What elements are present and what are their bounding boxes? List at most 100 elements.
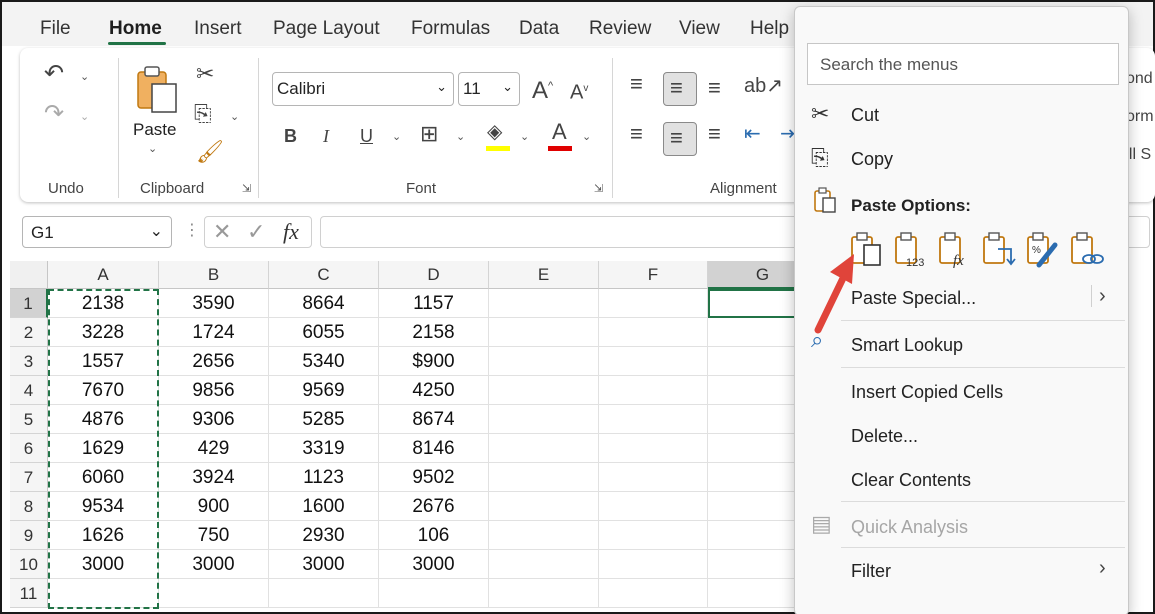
tab-home[interactable]: Home [109,18,162,40]
cell[interactable]: 3924 [159,463,269,492]
align-left-icon[interactable]: ≡ [630,123,643,145]
cell[interactable] [599,347,708,376]
chevron-right-icon[interactable]: › [1099,557,1106,580]
chevron-down-icon[interactable]: ⌄ [150,221,163,241]
menu-item-paste-special[interactable]: Paste Special... [851,288,976,309]
cell[interactable] [489,318,599,347]
search-menus-input[interactable]: Search the menus [807,43,1119,85]
paste-formatting-icon[interactable]: % [1025,231,1063,269]
cell[interactable] [599,289,708,318]
cell[interactable]: 1600 [269,492,379,521]
paste-transpose-icon[interactable] [981,231,1019,269]
cell[interactable] [599,492,708,521]
cell[interactable]: 9502 [379,463,489,492]
decrease-indent-icon[interactable]: ⇤ [744,124,761,144]
paste-link-icon[interactable] [1069,231,1107,269]
undo-icon[interactable]: ↶ [44,62,64,86]
row-header[interactable]: 4 [10,376,48,405]
cell[interactable]: 2930 [269,521,379,550]
row-header[interactable]: 10 [10,550,48,579]
column-header-d[interactable]: D [379,261,489,289]
cell[interactable]: 5285 [269,405,379,434]
cell[interactable]: 5340 [269,347,379,376]
cell[interactable] [489,579,599,608]
fill-color-icon[interactable]: ◈ [487,122,502,142]
cell[interactable] [599,521,708,550]
cell[interactable]: 2656 [159,347,269,376]
column-header-c[interactable]: C [269,261,379,289]
tab-file[interactable]: File [40,18,71,40]
row-header[interactable]: 5 [10,405,48,434]
column-header-f[interactable]: F [599,261,708,289]
cell[interactable]: 1724 [159,318,269,347]
column-header-b[interactable]: B [159,261,269,289]
tab-data[interactable]: Data [519,18,559,40]
cell[interactable]: 429 [159,434,269,463]
cell[interactable]: 106 [379,521,489,550]
font-size-select[interactable]: 11 ⌄ [458,72,520,106]
row-header[interactable]: 3 [10,347,48,376]
chevron-right-icon[interactable]: › [1099,285,1106,308]
underline-button[interactable]: U [360,126,373,146]
menu-item-quick-analysis[interactable]: Quick Analysis [851,517,968,538]
paste-button[interactable]: Paste [133,120,176,140]
cell[interactable] [489,463,599,492]
cell[interactable]: 750 [159,521,269,550]
tab-help[interactable]: Help [750,18,789,40]
cell[interactable] [599,463,708,492]
font-launcher-icon[interactable]: ⇲ [594,182,603,195]
cell[interactable]: 8146 [379,434,489,463]
menu-item-delete[interactable]: Delete... [851,426,918,447]
cell[interactable]: 3590 [159,289,269,318]
fill-color-dropdown-icon[interactable]: ⌄ [520,130,529,143]
cell[interactable]: 1157 [379,289,489,318]
cell[interactable] [489,289,599,318]
tab-page-layout[interactable]: Page Layout [273,18,380,40]
orientation-icon[interactable]: ab↗ [744,76,783,96]
align-bottom-icon[interactable]: ≡ [708,77,721,99]
cancel-icon[interactable]: ✕ [213,219,231,245]
grow-font-icon[interactable]: A^ [532,76,553,103]
align-right-icon[interactable]: ≡ [708,123,721,145]
tab-insert[interactable]: Insert [194,18,242,40]
column-header-a[interactable]: A [48,261,159,289]
tab-view[interactable]: View [679,18,720,40]
menu-item-smart-lookup[interactable]: Smart Lookup [851,335,963,356]
cell[interactable]: 8674 [379,405,489,434]
borders-dropdown-icon[interactable]: ⌄ [456,130,465,143]
borders-icon[interactable]: ⊞ [420,123,438,145]
redo-icon[interactable]: ↷ [44,102,64,126]
menu-item-copy[interactable]: Copy [851,149,893,170]
copy-dropdown-icon[interactable]: ⌄ [230,110,239,123]
tab-formulas[interactable]: Formulas [411,18,490,40]
column-header-e[interactable]: E [489,261,599,289]
cell[interactable]: 9306 [159,405,269,434]
name-box[interactable]: G1 ⌄ [22,216,172,248]
row-header[interactable]: 6 [10,434,48,463]
undo-dropdown-icon[interactable]: ⌄ [80,70,89,83]
cell[interactable] [379,579,489,608]
cell[interactable] [269,579,379,608]
menu-item-clear-contents[interactable]: Clear Contents [851,470,971,491]
insert-function-button[interactable]: fx [283,219,299,245]
enter-icon[interactable]: ✓ [247,219,265,245]
cell[interactable]: 9569 [269,376,379,405]
cell[interactable]: 9856 [159,376,269,405]
copy-icon[interactable]: ⎘ [194,103,212,125]
font-name-select[interactable]: Calibri ⌄ [272,72,454,106]
cell[interactable] [599,405,708,434]
row-header[interactable]: 9 [10,521,48,550]
row-header[interactable]: 7 [10,463,48,492]
cell[interactable] [489,405,599,434]
cell[interactable] [159,579,269,608]
align-middle-button[interactable]: ≡ [663,72,697,106]
cell[interactable] [489,550,599,579]
menu-item-cut[interactable]: Cut [851,105,879,126]
redo-dropdown-icon[interactable]: ⌄ [80,110,89,123]
cell[interactable]: 2158 [379,318,489,347]
cell[interactable]: 1123 [269,463,379,492]
cell[interactable] [489,521,599,550]
menu-item-filter[interactable]: Filter [851,561,891,582]
row-header[interactable]: 8 [10,492,48,521]
shrink-font-icon[interactable]: Av [570,79,588,103]
